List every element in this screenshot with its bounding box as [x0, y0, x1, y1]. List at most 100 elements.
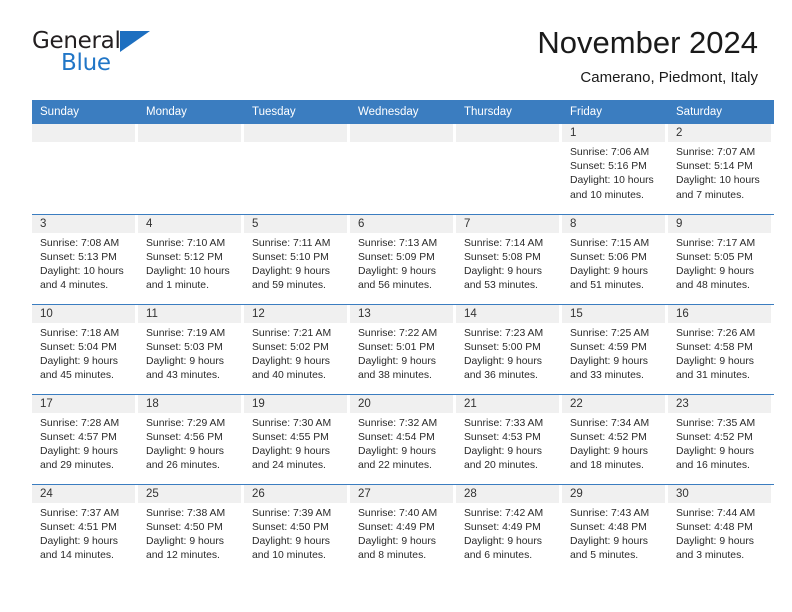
- calendar-day-cell[interactable]: 7 Sunrise: 7:14 AM Sunset: 5:08 PM Daylight…: [456, 213, 562, 304]
- calendar-body: 1 Sunrise: 7:06 AM Sunset: 5:16 PM Daylight…: [32, 124, 774, 574]
- calendar-day-cell[interactable]: 12 Sunrise: 7:21 AM Sunset: 5:02 PM Dayligh…: [244, 303, 350, 394]
- sunrise-time: Sunrise: 7:23 AM: [464, 327, 544, 339]
- calendar-day-cell[interactable]: 9 Sunrise: 7:17 AM Sunset: 5:05 PM Daylight…: [668, 213, 774, 304]
- calendar-page: General Blue November 2024 Camerano, Pie…: [0, 0, 792, 612]
- daylight-duration-line2: and 10 minutes.: [252, 550, 326, 562]
- day-number: 8: [562, 214, 665, 233]
- calendar-day-cell[interactable]: 29 Sunrise: 7:43 AM Sunset: 4:48 PM Dayligh…: [562, 483, 668, 574]
- sunset-time: Sunset: 4:48 PM: [676, 521, 753, 533]
- calendar-day-cell[interactable]: 18 Sunrise: 7:29 AM Sunset: 4:56 PM Dayligh…: [138, 393, 244, 484]
- sunrise-time: Sunrise: 7:17 AM: [676, 237, 756, 249]
- day-details: Sunrise: 7:06 AM Sunset: 5:16 PM Daylight:…: [562, 142, 668, 203]
- daylight-duration-line2: and 1 minute.: [146, 280, 209, 292]
- day-cell-inner: 26 Sunrise: 7:39 AM Sunset: 4:50 PM Dayligh…: [244, 484, 350, 575]
- day-details: Sunrise: 7:14 AM Sunset: 5:08 PM Daylight:…: [456, 233, 562, 294]
- calendar-day-cell[interactable]: 14 Sunrise: 7:23 AM Sunset: 5:00 PM Dayligh…: [456, 303, 562, 394]
- calendar-week-row: 24 Sunrise: 7:37 AM Sunset: 4:51 PM Dayligh…: [32, 483, 774, 575]
- daylight-duration-line1: Daylight: 9 hours: [252, 355, 330, 367]
- day-details: Sunrise: 7:11 AM Sunset: 5:10 PM Daylight:…: [244, 233, 350, 294]
- day-cell-inner: 22 Sunrise: 7:34 AM Sunset: 4:52 PM Dayligh…: [562, 394, 668, 484]
- daylight-duration-line2: and 7 minutes.: [676, 189, 745, 201]
- daylight-duration-line1: Daylight: 9 hours: [570, 265, 648, 277]
- sunrise-time: Sunrise: 7:43 AM: [570, 507, 650, 519]
- calendar-day-cell[interactable]: 17 Sunrise: 7:28 AM Sunset: 4:57 PM Dayligh…: [32, 393, 138, 484]
- day-number: 23: [668, 394, 771, 413]
- calendar-day-cell[interactable]: 20 Sunrise: 7:32 AM Sunset: 4:54 PM Dayligh…: [350, 393, 456, 484]
- calendar-day-cell[interactable]: 8 Sunrise: 7:15 AM Sunset: 5:06 PM Daylight…: [562, 213, 668, 304]
- calendar-day-cell[interactable]: 3 Sunrise: 7:08 AM Sunset: 5:13 PM Daylight…: [32, 213, 138, 304]
- calendar-day-cell[interactable]: 15 Sunrise: 7:25 AM Sunset: 4:59 PM Dayligh…: [562, 303, 668, 394]
- calendar-day-cell[interactable]: 24 Sunrise: 7:37 AM Sunset: 4:51 PM Dayligh…: [32, 483, 138, 574]
- sunset-time: Sunset: 5:03 PM: [146, 341, 223, 353]
- day-number: 4: [138, 214, 241, 233]
- calendar-day-cell[interactable]: 2 Sunrise: 7:07 AM Sunset: 5:14 PM Daylight…: [668, 124, 774, 214]
- sunrise-time: Sunrise: 7:18 AM: [40, 327, 120, 339]
- day-details: Sunrise: 7:22 AM Sunset: 5:01 PM Daylight:…: [350, 323, 456, 384]
- calendar-day-cell[interactable]: 25 Sunrise: 7:38 AM Sunset: 4:50 PM Dayligh…: [138, 483, 244, 574]
- calendar-week-row: 10 Sunrise: 7:18 AM Sunset: 5:04 PM Dayligh…: [32, 303, 774, 394]
- daylight-duration-line1: Daylight: 9 hours: [464, 445, 542, 457]
- calendar-day-cell[interactable]: 16 Sunrise: 7:26 AM Sunset: 4:58 PM Dayligh…: [668, 303, 774, 394]
- calendar-day-cell[interactable]: 1 Sunrise: 7:06 AM Sunset: 5:16 PM Daylight…: [562, 124, 668, 214]
- daylight-duration-line1: Daylight: 9 hours: [464, 355, 542, 367]
- day-details: Sunrise: 7:38 AM Sunset: 4:50 PM Daylight:…: [138, 503, 244, 564]
- day-cell-inner: 13 Sunrise: 7:22 AM Sunset: 5:01 PM Dayligh…: [350, 304, 456, 394]
- calendar-day-cell[interactable]: 5 Sunrise: 7:11 AM Sunset: 5:10 PM Daylight…: [244, 213, 350, 304]
- day-number: 20: [350, 394, 453, 413]
- sunset-time: Sunset: 5:09 PM: [358, 251, 435, 263]
- day-cell-inner: 17 Sunrise: 7:28 AM Sunset: 4:57 PM Dayligh…: [32, 394, 138, 484]
- day-details: Sunrise: 7:13 AM Sunset: 5:09 PM Daylight:…: [350, 233, 456, 294]
- calendar-day-cell[interactable]: 26 Sunrise: 7:39 AM Sunset: 4:50 PM Dayligh…: [244, 483, 350, 575]
- calendar-day-cell[interactable]: 13 Sunrise: 7:22 AM Sunset: 5:01 PM Dayligh…: [350, 303, 456, 394]
- sunrise-time: Sunrise: 7:11 AM: [252, 237, 331, 249]
- calendar-day-cell[interactable]: 22 Sunrise: 7:34 AM Sunset: 4:52 PM Dayligh…: [562, 393, 668, 484]
- calendar-day-cell[interactable]: 19 Sunrise: 7:30 AM Sunset: 4:55 PM Dayligh…: [244, 393, 350, 484]
- day-cell-inner: 7 Sunrise: 7:14 AM Sunset: 5:08 PM Daylight…: [456, 214, 562, 304]
- daylight-duration-line1: Daylight: 9 hours: [464, 535, 542, 547]
- sunset-time: Sunset: 5:16 PM: [570, 161, 647, 173]
- sunrise-time: Sunrise: 7:40 AM: [358, 507, 438, 519]
- day-cell-inner: [350, 124, 456, 214]
- day-number: [138, 124, 241, 142]
- sunset-time: Sunset: 4:52 PM: [676, 431, 753, 443]
- calendar-day-cell[interactable]: 27 Sunrise: 7:40 AM Sunset: 4:49 PM Dayligh…: [350, 483, 456, 574]
- weekday-header-monday: Monday: [138, 100, 244, 124]
- day-cell-inner: 21 Sunrise: 7:33 AM Sunset: 4:53 PM Dayligh…: [456, 394, 562, 484]
- calendar-day-cell[interactable]: 23 Sunrise: 7:35 AM Sunset: 4:52 PM Dayligh…: [668, 393, 774, 484]
- sunset-time: Sunset: 5:06 PM: [570, 251, 647, 263]
- daylight-duration-line1: Daylight: 10 hours: [146, 265, 230, 277]
- daylight-duration-line2: and 51 minutes.: [570, 280, 644, 292]
- calendar-day-cell[interactable]: 11 Sunrise: 7:19 AM Sunset: 5:03 PM Dayligh…: [138, 303, 244, 394]
- daylight-duration-line2: and 16 minutes.: [676, 460, 750, 472]
- sunset-time: Sunset: 4:59 PM: [570, 341, 647, 353]
- day-details: Sunrise: 7:18 AM Sunset: 5:04 PM Daylight:…: [32, 323, 138, 384]
- general-blue-logo[interactable]: General Blue: [32, 26, 152, 78]
- day-cell-inner: 6 Sunrise: 7:13 AM Sunset: 5:09 PM Daylight…: [350, 214, 456, 304]
- daylight-duration-line1: Daylight: 9 hours: [358, 535, 436, 547]
- daylight-duration-line2: and 56 minutes.: [358, 280, 432, 292]
- day-details: Sunrise: 7:10 AM Sunset: 5:12 PM Daylight:…: [138, 233, 244, 294]
- daylight-duration-line2: and 45 minutes.: [40, 370, 114, 382]
- calendar-day-cell[interactable]: 4 Sunrise: 7:10 AM Sunset: 5:12 PM Daylight…: [138, 213, 244, 304]
- calendar-day-cell[interactable]: 21 Sunrise: 7:33 AM Sunset: 4:53 PM Dayligh…: [456, 393, 562, 484]
- day-cell-inner: [32, 124, 138, 214]
- sunset-time: Sunset: 4:48 PM: [570, 521, 647, 533]
- sunrise-time: Sunrise: 7:06 AM: [570, 147, 650, 158]
- calendar-day-cell[interactable]: 30 Sunrise: 7:44 AM Sunset: 4:48 PM Dayligh…: [668, 483, 774, 574]
- day-cell-inner: 2 Sunrise: 7:07 AM Sunset: 5:14 PM Daylight…: [668, 124, 774, 214]
- calendar-day-cell[interactable]: 28 Sunrise: 7:42 AM Sunset: 4:49 PM Dayligh…: [456, 483, 562, 574]
- calendar-day-cell[interactable]: 6 Sunrise: 7:13 AM Sunset: 5:09 PM Daylight…: [350, 213, 456, 304]
- daylight-duration-line2: and 40 minutes.: [252, 370, 326, 382]
- sunset-time: Sunset: 4:49 PM: [358, 521, 435, 533]
- calendar-day-cell[interactable]: 10 Sunrise: 7:18 AM Sunset: 5:04 PM Dayligh…: [32, 303, 138, 394]
- day-number: 2: [668, 124, 771, 142]
- day-number: [350, 124, 453, 142]
- daylight-duration-line2: and 48 minutes.: [676, 280, 750, 292]
- day-cell-inner: 23 Sunrise: 7:35 AM Sunset: 4:52 PM Dayligh…: [668, 394, 774, 484]
- day-cell-inner: [244, 124, 350, 214]
- day-number: 11: [138, 304, 241, 323]
- sunset-time: Sunset: 4:56 PM: [146, 431, 223, 443]
- day-cell-inner: 14 Sunrise: 7:23 AM Sunset: 5:00 PM Dayligh…: [456, 304, 562, 394]
- daylight-duration-line2: and 59 minutes.: [252, 280, 326, 292]
- calendar-week-row: 1 Sunrise: 7:06 AM Sunset: 5:16 PM Daylight…: [32, 124, 774, 214]
